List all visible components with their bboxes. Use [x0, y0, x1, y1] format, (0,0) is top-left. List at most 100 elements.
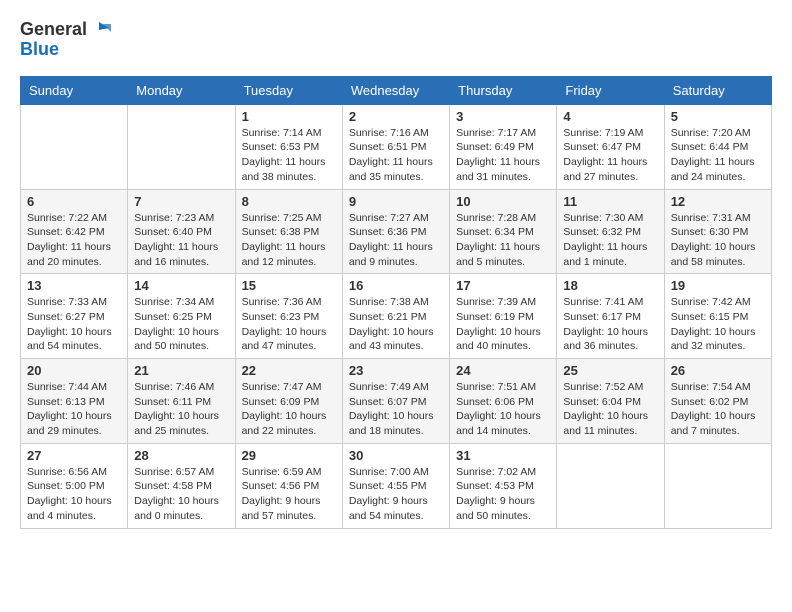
calendar-cell: 29Sunrise: 6:59 AM Sunset: 4:56 PM Dayli… — [235, 443, 342, 528]
weekday-header-row: SundayMondayTuesdayWednesdayThursdayFrid… — [21, 76, 772, 104]
day-info: Sunrise: 7:30 AM Sunset: 6:32 PM Dayligh… — [563, 211, 657, 270]
calendar-cell: 1Sunrise: 7:14 AM Sunset: 6:53 PM Daylig… — [235, 104, 342, 189]
calendar-cell — [128, 104, 235, 189]
calendar-cell: 15Sunrise: 7:36 AM Sunset: 6:23 PM Dayli… — [235, 274, 342, 359]
day-info: Sunrise: 7:54 AM Sunset: 6:02 PM Dayligh… — [671, 380, 765, 439]
day-info: Sunrise: 7:20 AM Sunset: 6:44 PM Dayligh… — [671, 126, 765, 185]
day-number: 4 — [563, 109, 657, 124]
calendar-cell: 5 Sunrise: 7:20 AM Sunset: 6:44 PM Daylig… — [664, 104, 771, 189]
day-number: 18 — [563, 278, 657, 293]
day-number: 21 — [134, 363, 228, 378]
day-number: 7 — [134, 194, 228, 209]
day-info: Sunrise: 7:51 AM Sunset: 6:06 PM Dayligh… — [456, 380, 550, 439]
calendar-cell: 8 Sunrise: 7:25 AM Sunset: 6:38 PM Daylig… — [235, 189, 342, 274]
day-info: Sunrise: 7:47 AM Sunset: 6:09 PM Dayligh… — [242, 380, 336, 439]
day-number: 31 — [456, 448, 550, 463]
calendar-cell: 20 Sunrise: 7:44 AM Sunset: 6:13 PM Dayli… — [21, 359, 128, 444]
day-info: Sunrise: 7:28 AM Sunset: 6:34 PM Dayligh… — [456, 211, 550, 270]
day-info: Sunrise: 7:27 AM Sunset: 6:36 PM Dayligh… — [349, 211, 443, 270]
day-number: 28 — [134, 448, 228, 463]
day-number: 19 — [671, 278, 765, 293]
day-number: 25 — [563, 363, 657, 378]
weekday-header: Sunday — [21, 76, 128, 104]
calendar-cell: 22 Sunrise: 7:47 AM Sunset: 6:09 PM Dayli… — [235, 359, 342, 444]
calendar-week-row: 1Sunrise: 7:14 AM Sunset: 6:53 PM Daylig… — [21, 104, 772, 189]
day-info: Sunrise: 7:36 AM Sunset: 6:23 PM Dayligh… — [242, 295, 336, 354]
calendar-cell: 14 Sunrise: 7:34 AM Sunset: 6:25 PM Dayli… — [128, 274, 235, 359]
day-info: Sunrise: 6:56 AM Sunset: 5:00 PM Dayligh… — [27, 465, 121, 524]
day-number: 17 — [456, 278, 550, 293]
day-info: Sunrise: 7:31 AM Sunset: 6:30 PM Dayligh… — [671, 211, 765, 270]
calendar-cell: 7 Sunrise: 7:23 AM Sunset: 6:40 PM Daylig… — [128, 189, 235, 274]
day-number: 2 — [349, 109, 443, 124]
calendar-cell: 4Sunrise: 7:19 AM Sunset: 6:47 PM Daylig… — [557, 104, 664, 189]
weekday-header: Wednesday — [342, 76, 449, 104]
calendar-cell: 30 Sunrise: 7:00 AM Sunset: 4:55 PM Dayli… — [342, 443, 449, 528]
day-number: 3 — [456, 109, 550, 124]
calendar-cell: 21 Sunrise: 7:46 AM Sunset: 6:11 PM Dayli… — [128, 359, 235, 444]
calendar-cell: 9 Sunrise: 7:27 AM Sunset: 6:36 PM Daylig… — [342, 189, 449, 274]
day-number: 23 — [349, 363, 443, 378]
day-number: 8 — [242, 194, 336, 209]
calendar-cell: 28Sunrise: 6:57 AM Sunset: 4:58 PM Dayli… — [128, 443, 235, 528]
calendar-cell: 11 Sunrise: 7:30 AM Sunset: 6:32 PM Dayli… — [557, 189, 664, 274]
calendar-cell: 26 Sunrise: 7:54 AM Sunset: 6:02 PM Dayli… — [664, 359, 771, 444]
day-number: 22 — [242, 363, 336, 378]
day-number: 12 — [671, 194, 765, 209]
calendar-cell: 19 Sunrise: 7:42 AM Sunset: 6:15 PM Dayli… — [664, 274, 771, 359]
day-info: Sunrise: 7:41 AM Sunset: 6:17 PM Dayligh… — [563, 295, 657, 354]
logo: General Blue — [20, 20, 111, 60]
day-info: Sunrise: 7:17 AM Sunset: 6:49 PM Dayligh… — [456, 126, 550, 185]
calendar-cell: 16Sunrise: 7:38 AM Sunset: 6:21 PM Dayli… — [342, 274, 449, 359]
day-number: 14 — [134, 278, 228, 293]
calendar-week-row: 20 Sunrise: 7:44 AM Sunset: 6:13 PM Dayli… — [21, 359, 772, 444]
calendar-cell: 27Sunrise: 6:56 AM Sunset: 5:00 PM Dayli… — [21, 443, 128, 528]
logo-text: General Blue — [20, 20, 111, 60]
day-info: Sunrise: 7:39 AM Sunset: 6:19 PM Dayligh… — [456, 295, 550, 354]
day-number: 11 — [563, 194, 657, 209]
calendar-cell: 12 Sunrise: 7:31 AM Sunset: 6:30 PM Dayli… — [664, 189, 771, 274]
day-number: 6 — [27, 194, 121, 209]
calendar-cell: 25 Sunrise: 7:52 AM Sunset: 6:04 PM Dayli… — [557, 359, 664, 444]
calendar-cell — [664, 443, 771, 528]
day-info: Sunrise: 7:14 AM Sunset: 6:53 PM Dayligh… — [242, 126, 336, 185]
day-number: 24 — [456, 363, 550, 378]
day-info: Sunrise: 7:02 AM Sunset: 4:53 PM Dayligh… — [456, 465, 550, 524]
calendar-cell: 17 Sunrise: 7:39 AM Sunset: 6:19 PM Dayli… — [450, 274, 557, 359]
logo-general: General — [20, 20, 87, 40]
logo-blue: Blue — [20, 40, 111, 60]
calendar-week-row: 13Sunrise: 7:33 AM Sunset: 6:27 PM Dayli… — [21, 274, 772, 359]
day-number: 30 — [349, 448, 443, 463]
day-number: 16 — [349, 278, 443, 293]
day-info: Sunrise: 7:22 AM Sunset: 6:42 PM Dayligh… — [27, 211, 121, 270]
calendar-cell: 24 Sunrise: 7:51 AM Sunset: 6:06 PM Dayli… — [450, 359, 557, 444]
weekday-header: Thursday — [450, 76, 557, 104]
day-info: Sunrise: 7:52 AM Sunset: 6:04 PM Dayligh… — [563, 380, 657, 439]
calendar-cell: 23Sunrise: 7:49 AM Sunset: 6:07 PM Dayli… — [342, 359, 449, 444]
calendar-cell — [21, 104, 128, 189]
day-number: 5 — [671, 109, 765, 124]
day-info: Sunrise: 7:33 AM Sunset: 6:27 PM Dayligh… — [27, 295, 121, 354]
day-info: Sunrise: 7:42 AM Sunset: 6:15 PM Dayligh… — [671, 295, 765, 354]
calendar-cell: 6 Sunrise: 7:22 AM Sunset: 6:42 PM Daylig… — [21, 189, 128, 274]
day-number: 26 — [671, 363, 765, 378]
day-info: Sunrise: 7:16 AM Sunset: 6:51 PM Dayligh… — [349, 126, 443, 185]
weekday-header: Monday — [128, 76, 235, 104]
weekday-header: Friday — [557, 76, 664, 104]
day-info: Sunrise: 7:23 AM Sunset: 6:40 PM Dayligh… — [134, 211, 228, 270]
day-info: Sunrise: 7:44 AM Sunset: 6:13 PM Dayligh… — [27, 380, 121, 439]
weekday-header: Saturday — [664, 76, 771, 104]
calendar-week-row: 6 Sunrise: 7:22 AM Sunset: 6:42 PM Daylig… — [21, 189, 772, 274]
calendar-cell: 2 Sunrise: 7:16 AM Sunset: 6:51 PM Daylig… — [342, 104, 449, 189]
day-info: Sunrise: 7:25 AM Sunset: 6:38 PM Dayligh… — [242, 211, 336, 270]
day-info: Sunrise: 7:46 AM Sunset: 6:11 PM Dayligh… — [134, 380, 228, 439]
calendar-cell: 18 Sunrise: 7:41 AM Sunset: 6:17 PM Dayli… — [557, 274, 664, 359]
calendar-cell — [557, 443, 664, 528]
logo-bird-icon — [89, 20, 111, 40]
calendar-cell: 10 Sunrise: 7:28 AM Sunset: 6:34 PM Dayli… — [450, 189, 557, 274]
day-number: 20 — [27, 363, 121, 378]
day-number: 10 — [456, 194, 550, 209]
day-info: Sunrise: 7:34 AM Sunset: 6:25 PM Dayligh… — [134, 295, 228, 354]
day-number: 9 — [349, 194, 443, 209]
day-info: Sunrise: 7:00 AM Sunset: 4:55 PM Dayligh… — [349, 465, 443, 524]
